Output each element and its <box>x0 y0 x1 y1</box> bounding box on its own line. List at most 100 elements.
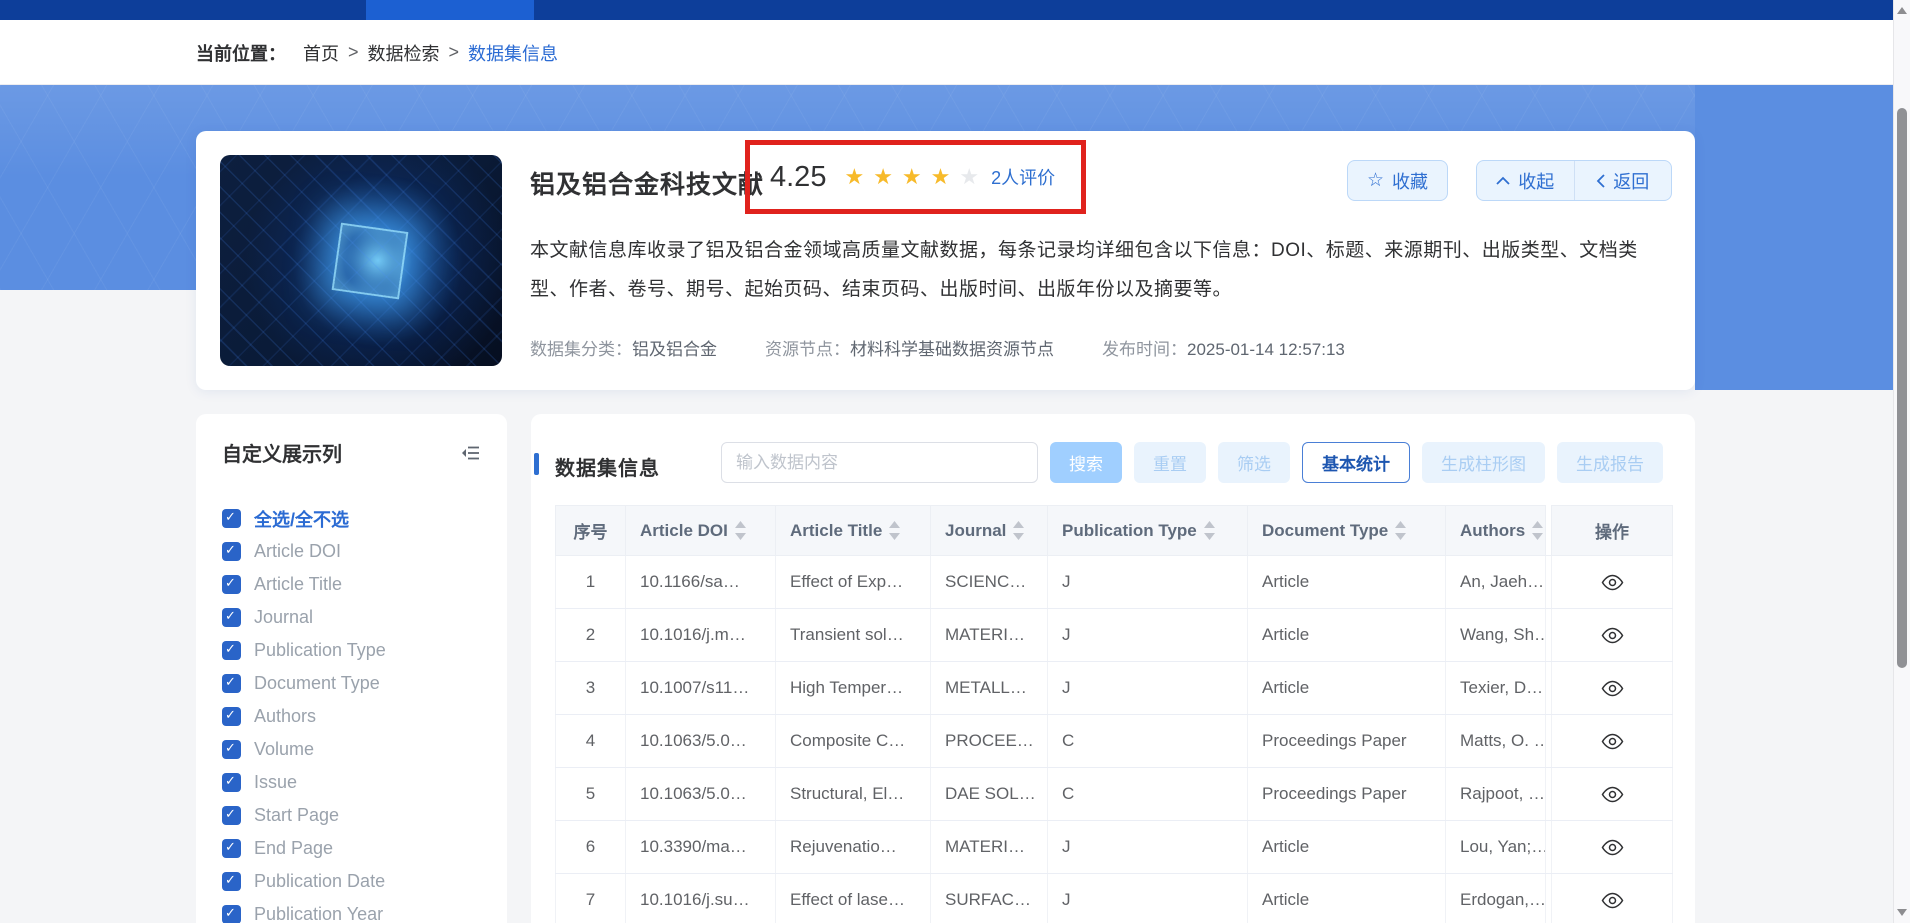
checkbox-checked-icon[interactable] <box>222 806 241 825</box>
star-icon[interactable] <box>844 166 864 188</box>
column-toggle-item[interactable]: Article DOI <box>222 535 386 568</box>
favorite-button-label: 收藏 <box>1392 168 1428 194</box>
column-toggle-item[interactable]: Authors <box>222 700 386 733</box>
cell-publication-type: C <box>1048 715 1248 768</box>
toolbar-button[interactable]: 生成报告 <box>1557 442 1663 483</box>
checkbox-checked-icon[interactable] <box>222 773 241 792</box>
collapse-button[interactable]: 收起 <box>1477 161 1574 200</box>
back-button[interactable]: 返回 <box>1574 161 1672 200</box>
toolbar-button[interactable]: 筛选 <box>1218 442 1290 483</box>
checkbox-checked-icon[interactable] <box>222 740 241 759</box>
checkbox-checked-icon[interactable] <box>222 641 241 660</box>
checkbox-checked-icon[interactable] <box>222 707 241 726</box>
scroll-down-arrow-icon[interactable] <box>1897 909 1907 916</box>
header-journal[interactable]: Journal <box>931 506 1048 556</box>
column-toggle-item[interactable]: Journal <box>222 601 386 634</box>
cell-document-type: Article <box>1248 662 1446 715</box>
view-eye-icon[interactable] <box>1600 574 1625 591</box>
sort-icon[interactable] <box>889 521 900 540</box>
view-eye-icon[interactable] <box>1600 786 1625 803</box>
cell-article-doi: 10.1063/5.0… <box>626 768 776 821</box>
checkbox-checked-icon[interactable] <box>222 674 241 693</box>
column-toggle-item[interactable]: Article Title <box>222 568 386 601</box>
meta-item: 数据集分类：铝及铝合金 <box>530 335 717 360</box>
dataset-description: 本文献信息库收录了铝及铝合金领域高质量文献数据，每条记录均详细包含以下信息：DO… <box>530 231 1670 309</box>
window-scrollbar[interactable] <box>1893 0 1910 923</box>
table-row: 3 10.1007/s11… High Temper… METALL… J Ar… <box>556 662 1673 715</box>
column-toggle-item[interactable]: 全选/全不选 <box>222 502 386 535</box>
header-authors[interactable]: Authors <box>1446 506 1546 556</box>
cell-article-title: Effect of Exp… <box>776 556 931 609</box>
favorite-button[interactable]: ☆ 收藏 <box>1347 160 1448 201</box>
column-toggle-item[interactable]: Issue <box>222 766 386 799</box>
meta-value: 2025-01-14 12:57:13 <box>1187 340 1345 359</box>
star-icon[interactable] <box>931 166 951 188</box>
sort-icon[interactable] <box>1532 521 1543 540</box>
column-toggle-item[interactable]: Document Type <box>222 667 386 700</box>
column-toggle-label: Volume <box>254 739 314 760</box>
top-nav-active-item[interactable] <box>366 0 534 20</box>
column-toggle-list: 全选/全不选 Article DOI Article Title Journal… <box>222 502 386 923</box>
cell-article-title: Transient sol… <box>776 609 931 662</box>
header-actions: 操作 <box>1552 506 1673 556</box>
breadcrumb-item-home[interactable]: 首页 <box>303 40 339 66</box>
scroll-up-arrow-icon[interactable] <box>1897 7 1907 14</box>
sort-icon[interactable] <box>1395 521 1406 540</box>
header-document-type[interactable]: Document Type <box>1248 506 1446 556</box>
column-toggle-item[interactable]: Start Page <box>222 799 386 832</box>
review-count-link[interactable]: 2人评价 <box>991 164 1055 190</box>
column-toggle-item[interactable]: Publication Year <box>222 898 386 923</box>
column-toggle-item[interactable]: End Page <box>222 832 386 865</box>
checkbox-checked-icon[interactable] <box>222 542 241 561</box>
checkbox-checked-icon[interactable] <box>222 509 241 528</box>
dataset-info-panel: 数据集信息 搜索重置筛选基本统计生成柱形图生成报告 序号 Article DOI… <box>531 414 1695 923</box>
cell-authors: An, Jaeh… <box>1446 556 1546 609</box>
header-seq: 序号 <box>556 506 626 556</box>
header-publication-type[interactable]: Publication Type <box>1048 506 1248 556</box>
view-eye-icon[interactable] <box>1600 892 1625 909</box>
star-icon[interactable] <box>902 166 922 188</box>
cell-document-type: Proceedings Paper <box>1248 768 1446 821</box>
view-eye-icon[interactable] <box>1600 627 1625 644</box>
cell-index: 2 <box>556 609 626 662</box>
cell-actions <box>1552 821 1673 874</box>
breadcrumb-item-current: 数据集信息 <box>468 40 558 66</box>
checkbox-checked-icon[interactable] <box>222 872 241 891</box>
header-article-title[interactable]: Article Title <box>776 506 931 556</box>
checkbox-checked-icon[interactable] <box>222 839 241 858</box>
sort-icon[interactable] <box>1013 521 1024 540</box>
cell-publication-type: J <box>1048 556 1248 609</box>
checkbox-checked-icon[interactable] <box>222 575 241 594</box>
meta-value: 铝及铝合金 <box>632 340 717 359</box>
sort-icon[interactable] <box>1204 521 1215 540</box>
toolbar-button[interactable]: 生成柱形图 <box>1422 442 1545 483</box>
view-eye-icon[interactable] <box>1600 839 1625 856</box>
cell-publication-type: J <box>1048 874 1248 923</box>
column-toggle-item[interactable]: Publication Type <box>222 634 386 667</box>
top-nav-bar <box>0 0 1893 20</box>
star-icon[interactable] <box>959 166 979 188</box>
scrollbar-thumb[interactable] <box>1897 108 1907 668</box>
column-toggle-label: Journal <box>254 607 313 628</box>
star-icon[interactable] <box>873 166 893 188</box>
toolbar-button[interactable]: 搜索 <box>1050 442 1122 483</box>
collapse-back-button-group: 收起 返回 <box>1476 160 1672 201</box>
sort-icon[interactable] <box>735 521 746 540</box>
custom-columns-sidebar: 自定义展示列 全选/全不选 Article DOI Article Title … <box>196 414 507 923</box>
column-toggle-item[interactable]: Publication Date <box>222 865 386 898</box>
breadcrumb-item-search[interactable]: 数据检索 <box>368 40 440 66</box>
search-input[interactable] <box>721 442 1038 483</box>
view-eye-icon[interactable] <box>1600 733 1625 750</box>
toolbar-button[interactable]: 基本统计 <box>1302 442 1410 483</box>
table-row: 1 10.1166/sa… Effect of Exp… SCIENC… J A… <box>556 556 1673 609</box>
header-article-doi[interactable]: Article DOI <box>626 506 776 556</box>
checkbox-checked-icon[interactable] <box>222 905 241 923</box>
checkbox-checked-icon[interactable] <box>222 608 241 627</box>
cell-authors: Erdogan,… <box>1446 874 1546 923</box>
toolbar-button[interactable]: 重置 <box>1134 442 1206 483</box>
collapse-panel-icon[interactable] <box>460 442 482 464</box>
column-toggle-label: Authors <box>254 706 316 727</box>
column-toggle-item[interactable]: Volume <box>222 733 386 766</box>
view-eye-icon[interactable] <box>1600 680 1625 697</box>
breadcrumb: 当前位置： 首页 > 数据检索 > 数据集信息 <box>196 20 558 85</box>
